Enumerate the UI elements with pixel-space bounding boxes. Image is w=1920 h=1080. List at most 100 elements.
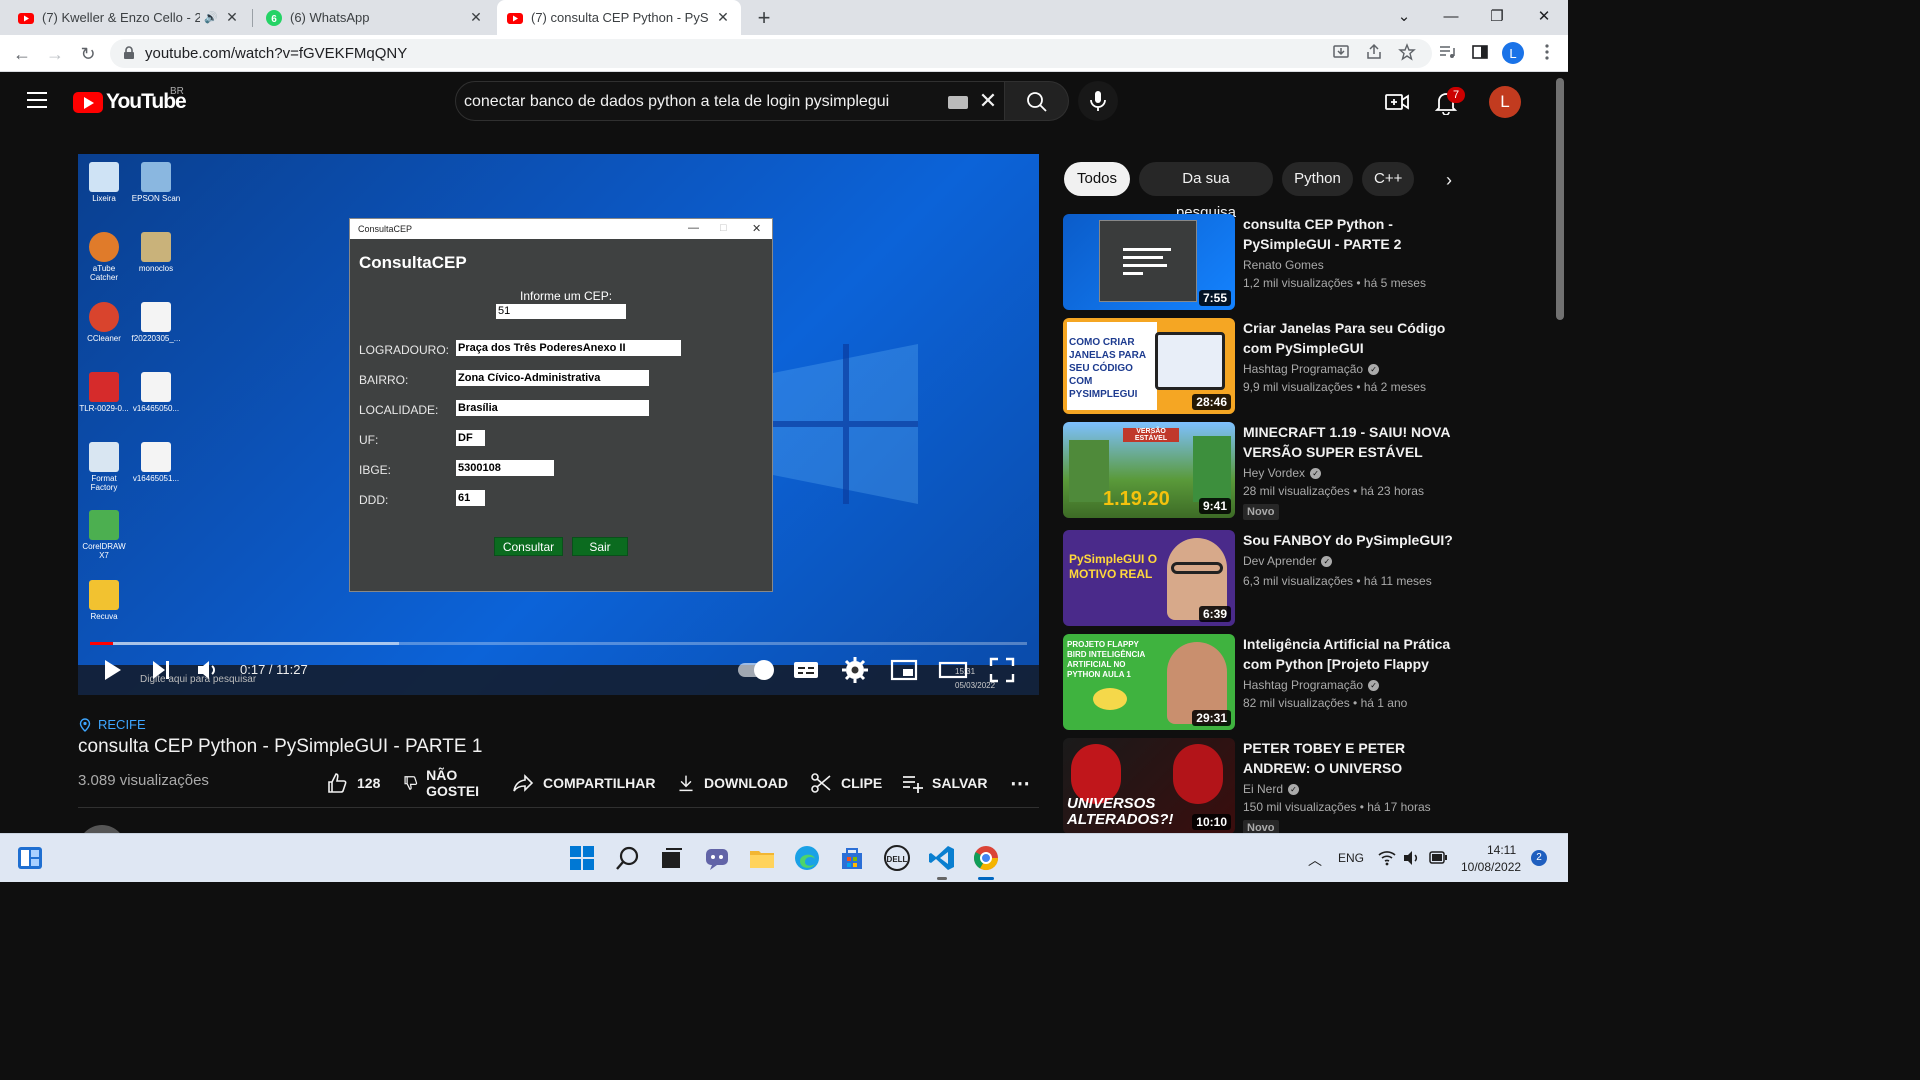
browser-tab-kweller[interactable]: (7) Kweller & Enzo Cello - 20 🔊 ✕ [8, 0, 250, 35]
search-input[interactable]: conectar banco de dados python a tela de… [455, 81, 1005, 121]
save-button[interactable]: SALVAR [901, 766, 987, 800]
bookmark-star-icon[interactable] [1398, 43, 1416, 61]
chrome-icon[interactable] [972, 844, 1000, 872]
input-language[interactable]: ENG [1338, 851, 1364, 865]
user-avatar[interactable]: L [1489, 86, 1521, 118]
teams-chat-icon[interactable] [703, 844, 731, 872]
video-thumbnail[interactable]: PROJETO FLAPPY BIRD INTELIGÊNCIA ARTIFIC… [1063, 634, 1235, 730]
reload-button[interactable]: ↻ [74, 40, 102, 68]
more-actions-icon[interactable]: ⋯ [1010, 766, 1030, 800]
taskbar-search-icon[interactable] [614, 844, 642, 872]
speaker-icon[interactable]: 🔊 [204, 11, 218, 24]
close-tab-icon[interactable]: ✕ [715, 9, 731, 26]
chip-python[interactable]: Python [1282, 162, 1353, 196]
volume-tray-icon[interactable] [1403, 850, 1421, 866]
video-meta: 82 mil visualizações • há 1 ano [1243, 696, 1408, 710]
play-icon[interactable] [97, 655, 127, 685]
side-panel-icon[interactable] [1471, 43, 1489, 61]
settings-gear-icon[interactable] [840, 655, 870, 685]
download-button[interactable]: DOWNLOAD [677, 766, 788, 800]
tab-title: (7) consulta CEP Python - PySimp [531, 10, 709, 25]
close-tab-icon[interactable]: ✕ [468, 9, 484, 26]
file-explorer-icon[interactable] [748, 844, 776, 872]
video-player[interactable]: Lixeira EPSON Scan aTube Catcher monoclo… [78, 154, 1039, 695]
search-button[interactable] [1005, 81, 1069, 121]
fullscreen-icon[interactable] [987, 655, 1017, 685]
back-button[interactable]: ← [8, 40, 36, 68]
recommended-video[interactable]: 7:55 consulta CEP Python - PySimpleGUI -… [1063, 214, 1443, 310]
recommended-video[interactable]: PROJETO FLAPPY BIRD INTELIGÊNCIA ARTIFIC… [1063, 634, 1450, 730]
browser-tab-whatsapp[interactable]: 6 (6) WhatsApp ✕ [256, 0, 494, 35]
volume-icon[interactable] [193, 655, 223, 685]
share-button[interactable]: COMPARTILHAR [512, 766, 656, 800]
battery-icon[interactable] [1429, 851, 1447, 864]
chips-next-chevron-icon[interactable]: › [1438, 170, 1460, 190]
recommended-video[interactable]: COMO CRIAR JANELAS PARA SEU CÓDIGO COM P… [1063, 318, 1445, 414]
divider [78, 807, 1039, 808]
widgets-icon[interactable] [16, 844, 44, 872]
autoplay-toggle[interactable] [738, 660, 774, 680]
voice-search-button[interactable] [1078, 81, 1118, 121]
chip-da-sua-pesquisa[interactable]: Da sua pesquisa [1139, 162, 1273, 221]
like-button[interactable]: 128 [326, 766, 380, 800]
forward-button[interactable]: → [41, 40, 69, 68]
video-thumbnail[interactable]: 7:55 [1063, 214, 1235, 310]
video-thumbnail[interactable]: PySimpleGUI O MOTIVO REAL 6:39 [1063, 530, 1235, 626]
thumbnail-text: PySimpleGUI O MOTIVO REAL [1069, 552, 1158, 581]
chrome-menu-icon[interactable] [1538, 43, 1556, 61]
chip-cplusplus[interactable]: C++ [1362, 162, 1414, 196]
keyboard-icon[interactable] [948, 96, 968, 109]
chip-todos[interactable]: Todos [1064, 162, 1130, 196]
field-value: DF [456, 430, 485, 446]
video-thumbnail[interactable]: UNIVERSOS ALTERADOS?! 10:10 [1063, 738, 1235, 834]
recommended-video[interactable]: VERSÃO ESTÁVEL 1.19.20 9:41 MINECRAFT 1.… [1063, 422, 1450, 520]
new-tab-button[interactable]: + [752, 5, 776, 30]
clip-button[interactable]: CLIPE [810, 766, 882, 800]
browser-tab-active[interactable]: (7) consulta CEP Python - PySimp ✕ [497, 0, 741, 35]
show-hidden-icons-chevron[interactable]: ︿ [1308, 850, 1322, 870]
youtube-logo[interactable]: YouTube BR [73, 86, 187, 114]
microsoft-store-icon[interactable] [838, 844, 866, 872]
video-thumbnail[interactable]: VERSÃO ESTÁVEL 1.19.20 9:41 [1063, 422, 1235, 518]
dislike-button[interactable]: NÃO GOSTEI [403, 766, 483, 800]
subtitles-icon[interactable] [791, 655, 821, 685]
install-app-icon[interactable] [1332, 43, 1350, 61]
close-tab-icon[interactable]: ✕ [224, 9, 240, 26]
video-thumbnail[interactable]: COMO CRIAR JANELAS PARA SEU CÓDIGO COM P… [1063, 318, 1235, 414]
miniplayer-icon[interactable] [889, 655, 919, 685]
recommended-video[interactable]: PySimpleGUI O MOTIVO REAL 6:39 Sou FANBO… [1063, 530, 1453, 626]
edge-browser-icon[interactable] [793, 844, 821, 872]
whatsapp-icon: 6 [266, 9, 282, 26]
desktop-icon: aTube Catcher [78, 232, 130, 282]
close-window-button[interactable]: ✕ [1521, 0, 1567, 32]
windows-start-icon[interactable] [568, 844, 596, 872]
omnibox[interactable]: youtube.com/watch?v=fGVEKFMqQNY [110, 39, 1432, 68]
maximize-button[interactable]: ❐ [1474, 0, 1520, 32]
minimize-button[interactable]: — [1428, 0, 1474, 32]
clear-search-icon[interactable]: ✕ [976, 89, 1000, 113]
task-view-icon[interactable] [658, 844, 686, 872]
vscode-icon[interactable] [928, 844, 956, 872]
notification-center-badge[interactable]: 2 [1531, 850, 1547, 866]
browser-profile-avatar[interactable]: L [1502, 42, 1524, 64]
share-icon[interactable] [1365, 43, 1383, 61]
channel-name: Ei Nerd ✓ [1243, 782, 1300, 796]
create-video-icon[interactable] [1384, 89, 1410, 115]
scrollbar-thumb[interactable] [1556, 78, 1564, 320]
next-video-icon[interactable] [146, 655, 176, 685]
video-location-link[interactable]: RECIFE [78, 717, 146, 732]
wifi-icon[interactable] [1378, 850, 1396, 866]
media-control-icon[interactable] [1438, 43, 1456, 61]
progress-played [90, 642, 113, 645]
tab-search-icon[interactable]: ⌄ [1381, 0, 1427, 32]
clock-time[interactable]: 14:11 [1487, 843, 1516, 857]
dell-icon[interactable]: DELL [883, 844, 911, 872]
theater-mode-icon[interactable] [938, 655, 968, 685]
lock-icon[interactable] [122, 46, 136, 60]
hamburger-menu-icon[interactable] [26, 91, 48, 109]
clock-date[interactable]: 10/08/2022 [1461, 860, 1521, 874]
video-meta: 28 mil visualizações • há 23 horas [1243, 484, 1424, 498]
chrome-active-indicator [978, 877, 994, 880]
youtube-play-logo-icon [73, 91, 103, 113]
recommended-video[interactable]: UNIVERSOS ALTERADOS?! 10:10 PETER TOBEY … [1063, 738, 1443, 836]
